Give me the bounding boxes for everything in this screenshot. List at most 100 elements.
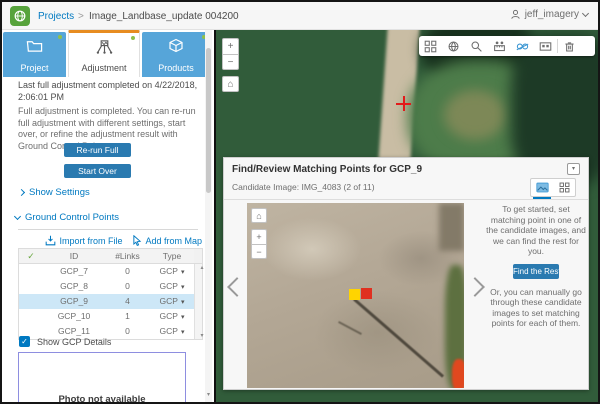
image-compare-icon[interactable] bbox=[534, 36, 557, 56]
view-toggle-group bbox=[530, 178, 576, 197]
delete-icon[interactable] bbox=[558, 36, 581, 56]
show-gcp-details-checkbox[interactable]: ✓ Show GCP Details bbox=[19, 336, 111, 347]
type-dropdown[interactable]: GCP▾ bbox=[150, 324, 194, 339]
type-dropdown[interactable]: GCP▾ bbox=[150, 294, 194, 309]
single-image-view-toggle[interactable] bbox=[531, 179, 553, 196]
cell-links: 0 bbox=[105, 264, 150, 279]
map-zoom-controls: + − ⌂ bbox=[222, 38, 239, 92]
table-row-gcp7[interactable]: GCP_7 0 GCP▾ bbox=[19, 264, 202, 279]
show-settings-label: Show Settings bbox=[29, 187, 90, 198]
divider bbox=[18, 229, 198, 230]
scroll-down-icon[interactable]: ▾ bbox=[205, 391, 212, 398]
cursor-icon bbox=[132, 235, 142, 246]
image-rocks-area bbox=[439, 203, 464, 251]
match-points-panel: Find/Review Matching Points for GCP_9 ▾ … bbox=[223, 157, 589, 390]
thumbnails-grid-icon[interactable] bbox=[419, 36, 442, 56]
gcp-marker-red-cross[interactable] bbox=[396, 96, 411, 111]
find-the-rest-button[interactable]: Find the Rest bbox=[513, 264, 559, 279]
import-from-file-label: Import from File bbox=[59, 236, 122, 246]
header-links: #Links bbox=[105, 249, 150, 263]
type-dropdown[interactable]: GCP▾ bbox=[150, 309, 194, 324]
start-over-button[interactable]: Start Over bbox=[64, 164, 131, 178]
table-row-gcp8[interactable]: GCP_8 0 GCP▾ bbox=[19, 279, 202, 294]
search-icon[interactable] bbox=[465, 36, 488, 56]
tab-products-label: Products bbox=[142, 63, 210, 73]
show-settings-link[interactable]: Show Settings bbox=[19, 187, 90, 198]
header-type: Type bbox=[150, 249, 194, 263]
add-from-map-label: Add from Map bbox=[145, 236, 202, 246]
divider bbox=[224, 199, 588, 200]
gcp-section-toggle[interactable]: Ground Control Points bbox=[15, 212, 119, 223]
map-view[interactable]: + − ⌂ bbox=[214, 30, 598, 402]
image-orange-object bbox=[452, 359, 464, 388]
import-icon bbox=[45, 235, 56, 246]
cell-id: GCP_8 bbox=[43, 279, 105, 294]
candidate-image-label: Candidate Image: IMG_4083 (2 of 11) bbox=[232, 182, 375, 192]
tab-adjustment[interactable]: Adjustment bbox=[68, 30, 140, 77]
type-dropdown[interactable]: GCP▾ bbox=[150, 264, 194, 279]
user-name: jeff_imagery bbox=[525, 9, 579, 20]
sidebar: Project Adjustment Products Last full ad… bbox=[2, 30, 214, 402]
matching-point-marker-yellow[interactable] bbox=[349, 289, 360, 300]
dropdown-arrow-icon: ▾ bbox=[181, 299, 185, 306]
cell-links: 4 bbox=[105, 294, 150, 309]
table-row-gcp9-selected[interactable]: GCP_9 4 GCP▾ bbox=[19, 294, 202, 309]
dropdown-arrow-icon: ▾ bbox=[181, 284, 185, 291]
sidebar-scrollbar[interactable]: ▾ bbox=[205, 30, 212, 402]
grid-view-icon bbox=[559, 182, 570, 193]
dropdown-arrow-icon: ▾ bbox=[181, 269, 185, 276]
tab-products[interactable]: Products bbox=[142, 32, 210, 77]
add-from-map-link[interactable]: Add from Map bbox=[132, 235, 202, 246]
table-row-gcp10[interactable]: GCP_10 1 GCP▾ bbox=[19, 309, 202, 324]
instruction-secondary-text: Or, you can manually go through these ca… bbox=[486, 287, 586, 329]
gcp-table: ✓ ID #Links Type GCP_7 0 GCP▾ GCP_8 0 GC… bbox=[18, 248, 203, 340]
top-bar: Projects > Image_Landbase_update 004200 … bbox=[2, 2, 598, 30]
collapse-panel-icon[interactable]: ▾ bbox=[567, 163, 580, 175]
previous-image-chevron[interactable] bbox=[227, 277, 247, 297]
tab-project[interactable]: Project bbox=[3, 32, 66, 77]
candidate-image-viewer[interactable]: ⌂ + − bbox=[247, 203, 464, 388]
viewer-home-button[interactable]: ⌂ bbox=[251, 208, 267, 223]
gcp-section-title: Ground Control Points bbox=[25, 212, 119, 223]
gcp-link-tool-icon[interactable] bbox=[511, 36, 534, 56]
rerun-full-button[interactable]: Re-run Full bbox=[64, 143, 131, 157]
pole-shadow bbox=[353, 298, 444, 378]
user-menu[interactable]: jeff_imagery bbox=[510, 9, 588, 20]
zoom-in-button[interactable]: + bbox=[222, 38, 239, 54]
breadcrumb-separator: > bbox=[78, 11, 84, 22]
type-dropdown[interactable]: GCP▾ bbox=[150, 279, 194, 294]
import-from-file-link[interactable]: Import from File bbox=[45, 235, 122, 246]
measure-icon[interactable] bbox=[488, 36, 511, 56]
home-button[interactable]: ⌂ bbox=[222, 76, 239, 92]
cell-links: 0 bbox=[105, 279, 150, 294]
image-view-icon bbox=[536, 182, 549, 193]
project-title: Image_Landbase_update 004200 bbox=[89, 11, 239, 22]
check-icon: ✓ bbox=[19, 249, 43, 263]
viewer-zoom-out-button[interactable]: − bbox=[251, 244, 267, 259]
tab-project-label: Project bbox=[3, 63, 66, 73]
checkbox-checked-icon[interactable]: ✓ bbox=[19, 336, 30, 347]
chevron-down-icon bbox=[582, 10, 589, 17]
viewer-zoom-in-button[interactable]: + bbox=[251, 229, 267, 244]
instruction-primary-text: To get started, set matching point in on… bbox=[486, 204, 586, 257]
gcp-actions-row: Import from File Add from Map bbox=[2, 235, 202, 246]
dropdown-arrow-icon: ▾ bbox=[181, 329, 185, 336]
cell-id: GCP_7 bbox=[43, 264, 105, 279]
gcp-marker-red[interactable] bbox=[361, 288, 372, 299]
breadcrumb-projects-link[interactable]: Projects bbox=[38, 11, 74, 22]
cell-links: 1 bbox=[105, 309, 150, 324]
next-image-chevron[interactable] bbox=[465, 277, 485, 297]
dropdown-arrow-icon: ▾ bbox=[181, 314, 185, 321]
folder-icon bbox=[3, 38, 66, 53]
gcp-photo-placeholder: Photo not available bbox=[18, 352, 186, 402]
table-scrollbar[interactable]: ▴ ▾ bbox=[194, 264, 202, 339]
header-id: ID bbox=[43, 249, 105, 263]
cube-icon bbox=[142, 38, 210, 53]
zoom-out-button[interactable]: − bbox=[222, 54, 239, 70]
basemap-icon[interactable] bbox=[442, 36, 465, 56]
adjustment-icon bbox=[69, 39, 139, 55]
grid-view-toggle[interactable] bbox=[553, 179, 575, 196]
scrollbar-thumb[interactable] bbox=[206, 48, 211, 193]
map-toolbar bbox=[419, 36, 595, 56]
cell-id: GCP_9 bbox=[43, 294, 105, 309]
